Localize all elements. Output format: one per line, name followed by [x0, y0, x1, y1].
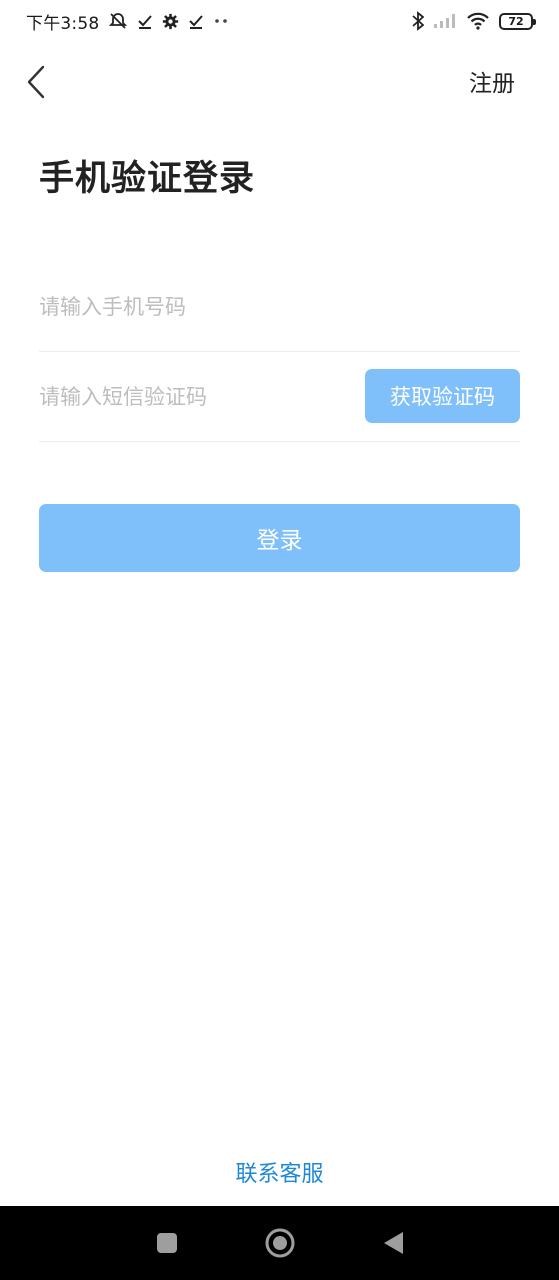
phone-field-row — [39, 262, 520, 352]
contact-support-link[interactable]: 联系客服 — [0, 1156, 559, 1188]
home-button[interactable] — [260, 1223, 300, 1263]
login-screen: 下午3:58 72 注册 手机验证登录 请输入手机号码 请输入短信验证码 获取验… — [0, 0, 559, 1280]
status-bar: 下午3:58 72 — [0, 0, 559, 42]
get-code-button[interactable]: 获取验证码 — [365, 369, 520, 423]
system-nav-bar — [0, 1206, 559, 1280]
back-button[interactable] — [18, 62, 54, 102]
recent-apps-icon — [156, 1233, 177, 1253]
signal-icon — [433, 11, 457, 31]
sms-code-field-row: 获取验证码 — [39, 352, 520, 442]
home-icon — [265, 1228, 294, 1258]
status-time: 下午3:58 — [26, 13, 100, 34]
page-title: 手机验证登录 — [39, 159, 256, 199]
system-back-button[interactable] — [373, 1223, 413, 1263]
phone-input[interactable] — [39, 286, 520, 327]
wifi-icon — [466, 11, 490, 31]
status-bar-left: 下午3:58 — [26, 9, 229, 34]
recent-apps-button[interactable] — [147, 1223, 187, 1263]
check-icon — [137, 11, 153, 31]
bluetooth-icon — [412, 11, 424, 31]
battery-icon: 72 — [499, 12, 536, 30]
gear-icon — [162, 11, 179, 31]
alarm-off-icon — [108, 11, 128, 31]
back-triangle-icon — [383, 1232, 403, 1254]
status-bar-right: 72 — [412, 11, 536, 31]
login-button[interactable]: 登录 — [39, 504, 520, 572]
register-link[interactable]: 注册 — [469, 64, 515, 98]
chevron-left-icon — [27, 65, 45, 99]
check-icon — [188, 11, 204, 31]
more-dots-icon — [213, 11, 229, 31]
